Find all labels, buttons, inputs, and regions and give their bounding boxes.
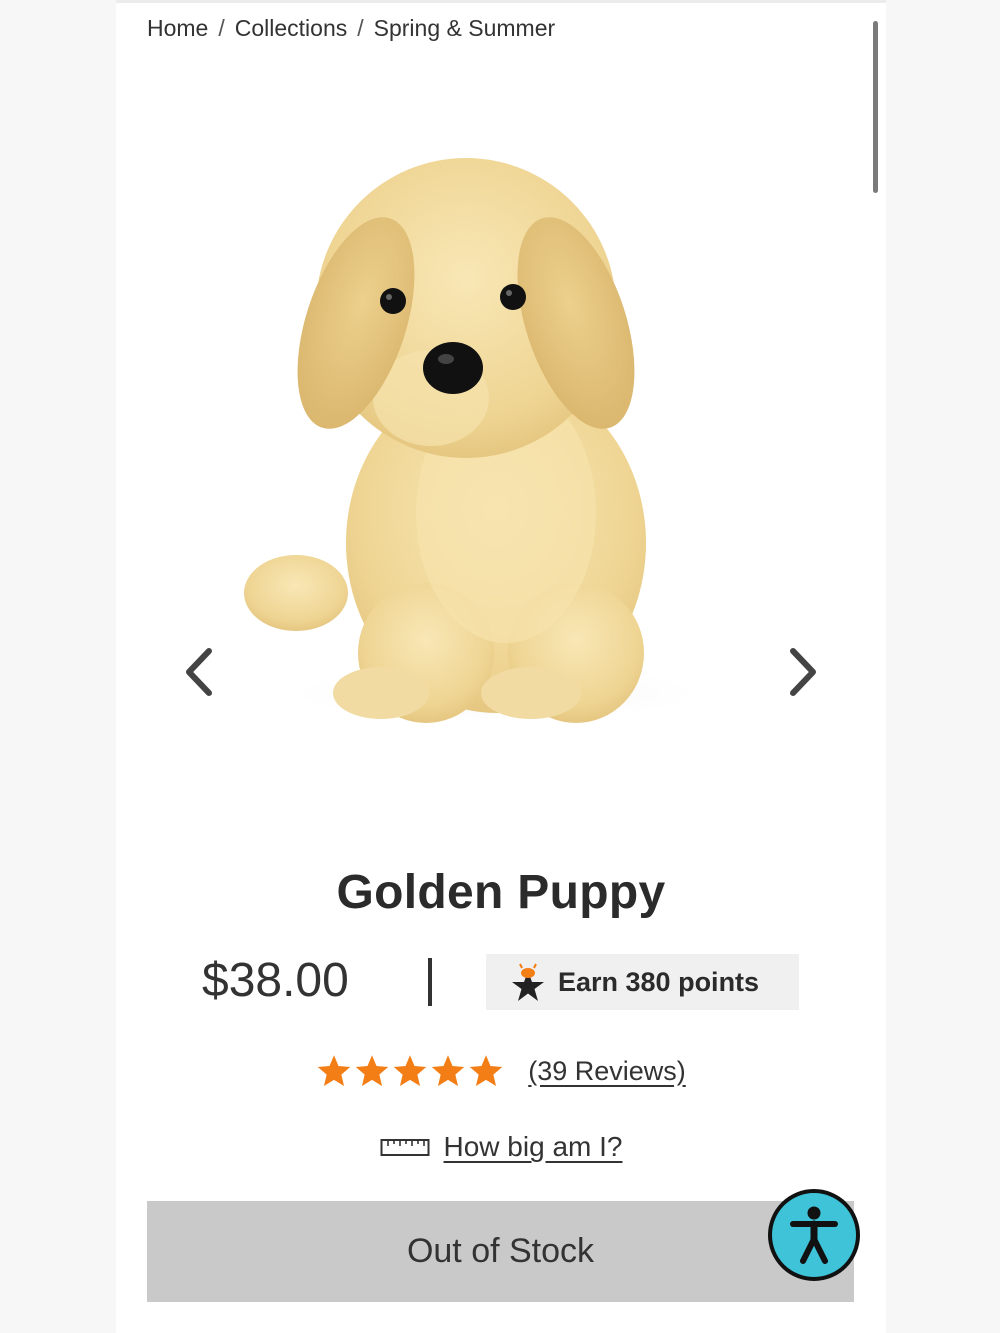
product-page: Home / Collections / Spring & Summer Gol… (116, 0, 886, 1333)
star-icon (432, 1055, 465, 1086)
breadcrumb-home[interactable]: Home (147, 15, 208, 41)
star-rating (316, 1053, 506, 1089)
breadcrumb-separator: / (218, 15, 225, 41)
rewards-points-badge[interactable]: Earn 380 points (486, 954, 799, 1010)
reviews-link[interactable]: (39 Reviews) (528, 1056, 686, 1087)
star-icon (470, 1055, 503, 1086)
size-guide[interactable]: How big am I? (116, 1131, 886, 1163)
out-of-stock-button[interactable]: Out of Stock (147, 1201, 854, 1302)
product-price: $38.00 (202, 954, 349, 1007)
star-icon (394, 1055, 427, 1086)
breadcrumb-collections[interactable]: Collections (235, 15, 348, 41)
rewards-star-badge-icon (512, 963, 544, 1001)
price-divider (428, 958, 432, 1006)
scrollbar[interactable] (873, 21, 878, 193)
product-title: Golden Puppy (336, 866, 666, 919)
star-icon (356, 1055, 389, 1086)
breadcrumb-separator: / (357, 15, 364, 41)
gallery-prev-button[interactable] (177, 645, 225, 699)
product-rating: (39 Reviews) (116, 1053, 886, 1089)
product-image[interactable] (206, 93, 786, 783)
breadcrumb: Home / Collections / Spring & Summer (147, 15, 555, 42)
points-label: Earn 380 points (558, 966, 760, 997)
accessibility-button[interactable] (768, 1189, 860, 1281)
chevron-left-icon (186, 648, 212, 696)
ruler-icon (380, 1139, 430, 1156)
chevron-right-icon (790, 648, 816, 696)
star-icon (318, 1055, 351, 1086)
gallery-next-button[interactable] (777, 645, 825, 699)
size-guide-link[interactable]: How big am I? (444, 1131, 623, 1163)
breadcrumb-spring-summer[interactable]: Spring & Summer (374, 15, 556, 41)
accessibility-person-icon (790, 1206, 838, 1264)
